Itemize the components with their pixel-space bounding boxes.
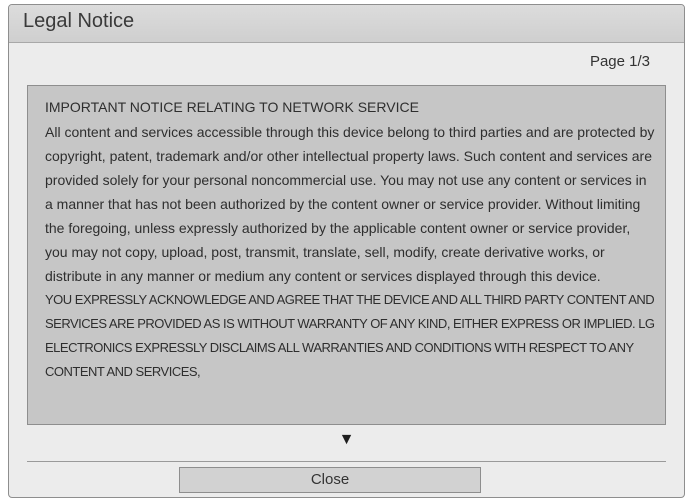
close-button[interactable]: Close: [179, 467, 481, 493]
notice-heading: IMPORTANT NOTICE RELATING TO NETWORK SER…: [45, 99, 419, 115]
dialog-title-bar: Legal Notice: [9, 5, 684, 43]
scroll-down-arrow-icon[interactable]: ▼: [9, 431, 684, 449]
notice-paragraph: All content and services accessible thro…: [45, 124, 655, 284]
notice-warranty-paragraph: YOU EXPRESSLY ACKNOWLEDGE AND AGREE THAT…: [45, 292, 655, 379]
legal-notice-dialog: Legal Notice Page 1/3 IMPORTANT NOTICE R…: [8, 4, 685, 498]
divider: [27, 461, 666, 462]
dialog-title: Legal Notice: [23, 10, 135, 32]
legal-text-area[interactable]: IMPORTANT NOTICE RELATING TO NETWORK SER…: [27, 85, 666, 425]
page-indicator: Page 1/3: [589, 53, 650, 70]
